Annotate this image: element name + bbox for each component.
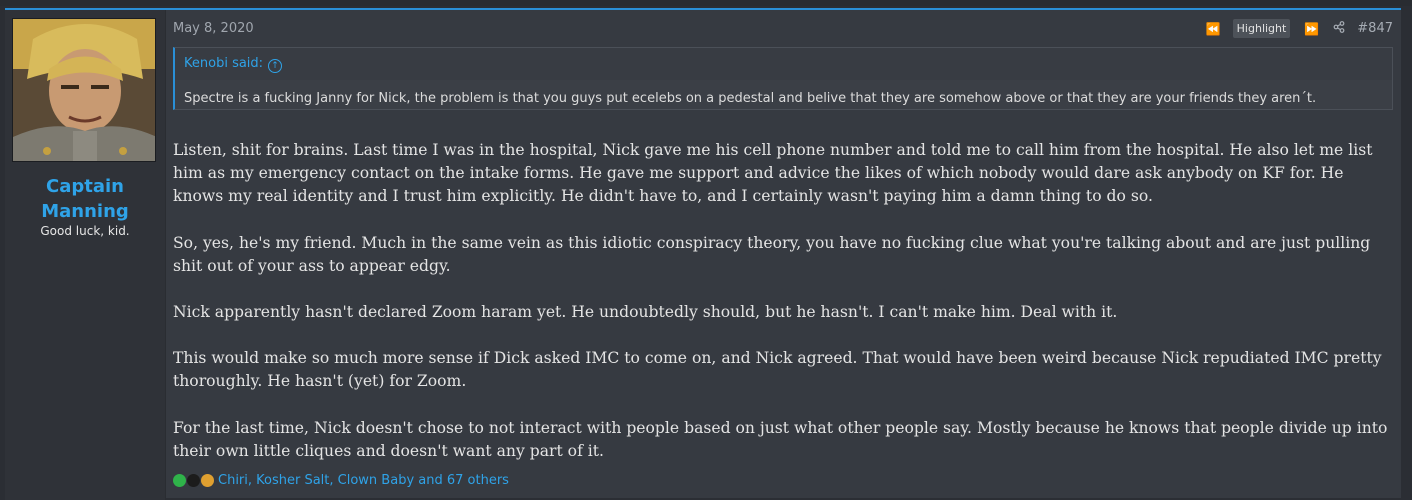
post-date[interactable]: May 8, 2020: [173, 21, 254, 36]
user-sidebar: Captain Manning Good luck, kid.: [5, 10, 166, 500]
share-icon[interactable]: [1333, 21, 1345, 36]
avatar[interactable]: [12, 18, 156, 162]
reactions-list[interactable]: Chiri, Kosher Salt, Clown Baby and 67 ot…: [218, 473, 509, 488]
post-paragraph: Listen, shit for brains. Last time I was…: [173, 141, 1373, 206]
post-actions: ⏪ Highlight ⏩ #847: [1192, 19, 1393, 38]
post-paragraph: So, yes, he's my friend. Much in the sam…: [173, 233, 1371, 275]
post-paragraph: For the last time, Nick doesn't chose to…: [173, 418, 1388, 460]
reactions-bar[interactable]: Chiri, Kosher Salt, Clown Baby and 67 ot…: [173, 473, 509, 488]
reaction-icon: [173, 474, 186, 487]
quote-author[interactable]: Kenobi said:: [184, 56, 263, 71]
post-paragraph: This would make so much more sense if Di…: [173, 349, 1382, 391]
quote-text: Spectre is a fucking Janny for Nick, the…: [184, 91, 1317, 106]
post-main: May 8, 2020 ⏪ Highlight ⏩ #847 Kenobi sa…: [173, 10, 1393, 500]
highlight-button[interactable]: Highlight: [1232, 19, 1291, 38]
post-body: Listen, shit for brains. Last time I was…: [173, 139, 1395, 486]
fast-forward-icon[interactable]: ⏩: [1304, 22, 1319, 36]
rewind-icon[interactable]: ⏪: [1206, 22, 1221, 36]
quote-header[interactable]: Kenobi said: ↑: [175, 48, 1392, 80]
top-strip: [0, 0, 1412, 6]
reaction-icon: [187, 474, 200, 487]
user-title: Good luck, kid.: [40, 224, 130, 238]
post-number[interactable]: #847: [1357, 21, 1393, 36]
post-paragraph: Nick apparently hasn't declared Zoom har…: [173, 303, 1118, 322]
reaction-icon: [201, 474, 214, 487]
quote-block: Kenobi said: ↑ Spectre is a fucking Janny…: [173, 47, 1393, 110]
username[interactable]: Captain Manning: [5, 174, 165, 224]
forum-post: Captain Manning Good luck, kid. May 8, 2…: [5, 8, 1401, 500]
arrow-up-icon[interactable]: ↑: [268, 59, 283, 73]
